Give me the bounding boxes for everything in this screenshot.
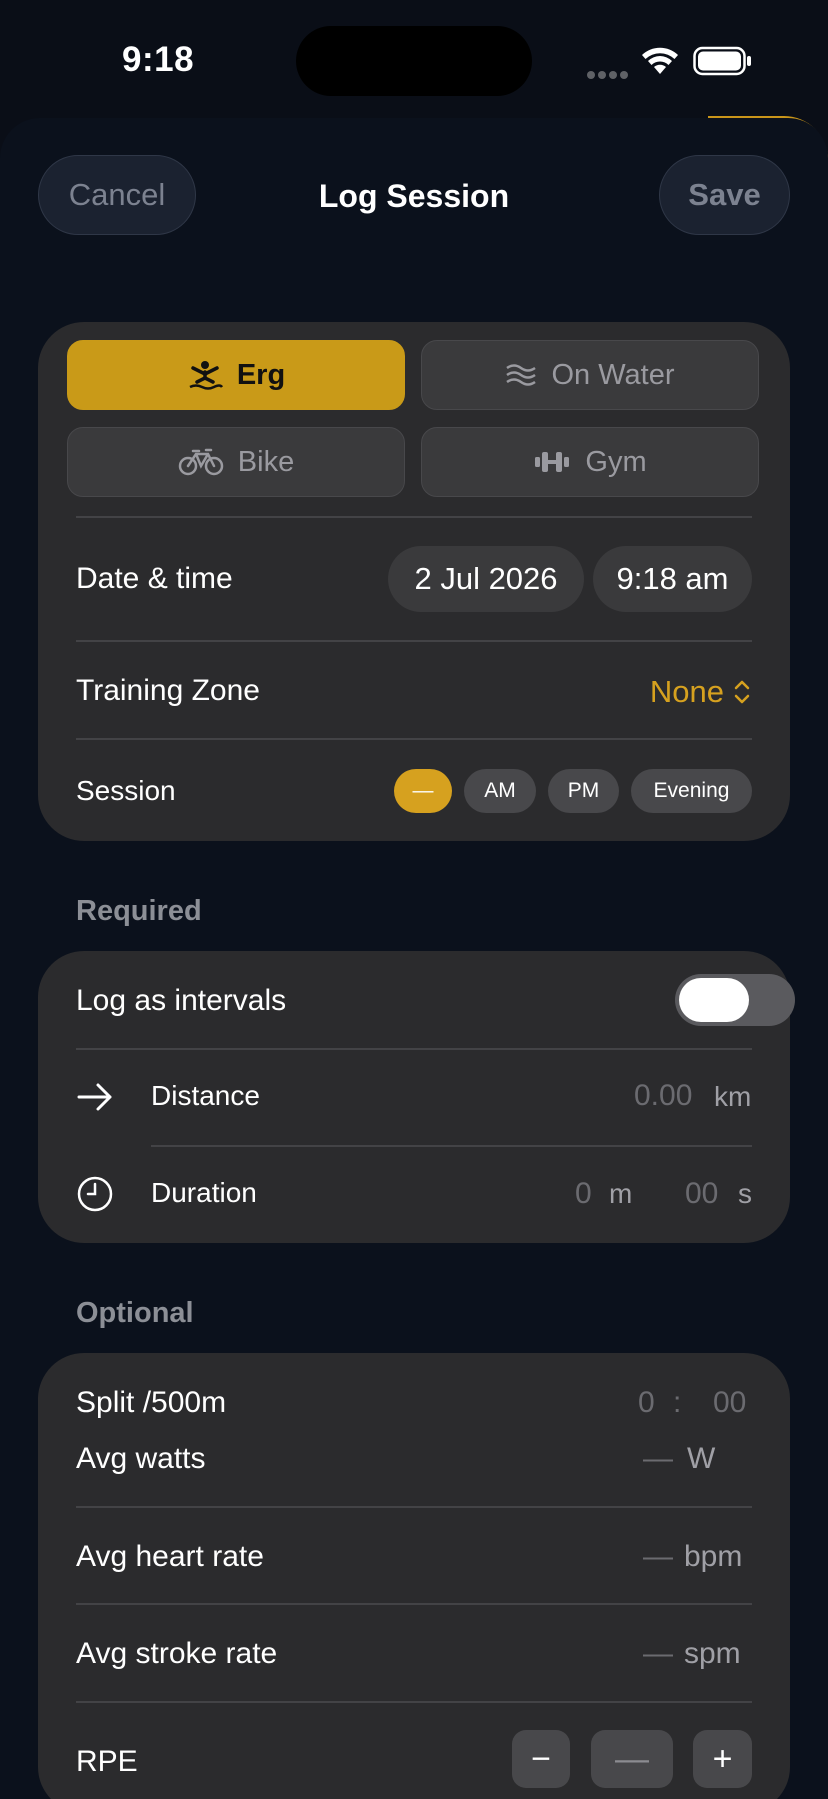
type-on-water-button[interactable]: On Water — [421, 340, 759, 410]
distance-label: Distance — [151, 1080, 260, 1111]
session-option-evening[interactable]: Evening — [631, 769, 752, 813]
split-minutes-input[interactable]: 0 — [638, 1386, 655, 1420]
rpe-label: RPE — [76, 1745, 138, 1778]
duration-minutes-input[interactable]: 0 — [575, 1177, 592, 1211]
cellular-signal-icon — [587, 66, 631, 84]
wifi-icon — [642, 47, 678, 74]
type-gym-button[interactable]: Gym — [421, 427, 759, 497]
date-picker[interactable]: 2 Jul 2026 — [388, 546, 584, 612]
clock-icon — [77, 1176, 113, 1212]
split-label: Split /500m — [76, 1386, 227, 1419]
duration-minutes-unit: m — [609, 1178, 633, 1209]
avg-watts-unit: W — [687, 1442, 716, 1475]
distance-input[interactable]: 0.00 — [634, 1079, 692, 1113]
required-section-title: Required — [76, 895, 202, 927]
chevron-up-down-icon — [734, 680, 750, 704]
rpe-decrement-button[interactable]: − — [512, 1730, 570, 1788]
status-bar: 9:18 — [0, 0, 828, 118]
avg-watts-input[interactable]: — — [643, 1442, 673, 1476]
avg-stroke-rate-input[interactable]: — — [643, 1637, 673, 1671]
avg-stroke-rate-unit: spm — [684, 1637, 741, 1670]
session-option-am[interactable]: AM — [464, 769, 536, 813]
waves-icon — [506, 364, 537, 386]
type-bike-label: Bike — [237, 445, 295, 478]
divider — [151, 1145, 752, 1147]
divider — [76, 738, 752, 740]
rpe-increment-button[interactable]: + — [693, 1730, 752, 1788]
date-time-label: Date & time — [76, 562, 233, 595]
type-erg-button[interactable]: Erg — [67, 340, 405, 410]
status-time: 9:18 — [122, 40, 195, 79]
type-erg-label: Erg — [236, 358, 286, 391]
avg-heart-rate-input[interactable]: — — [643, 1540, 673, 1574]
toggle-knob — [679, 978, 749, 1022]
type-gym-label: Gym — [585, 445, 647, 478]
split-separator: : — [673, 1386, 682, 1419]
training-zone-value: None — [649, 674, 724, 709]
dumbbell-icon — [535, 452, 570, 472]
avg-watts-label: Avg watts — [76, 1442, 206, 1475]
divider — [76, 640, 752, 642]
duration-seconds-input[interactable]: 00 — [685, 1177, 718, 1211]
rpe-value: — — [591, 1730, 673, 1788]
session-option-pm[interactable]: PM — [548, 769, 619, 813]
split-seconds-input[interactable]: 00 — [713, 1386, 746, 1420]
intervals-toggle[interactable] — [675, 974, 795, 1026]
avg-heart-rate-unit: bpm — [684, 1540, 743, 1573]
bicycle-icon — [178, 448, 224, 476]
type-bike-button[interactable]: Bike — [67, 427, 405, 497]
optional-card: Split /500m 0 : 00 Avg watts — W Avg hea… — [38, 1353, 790, 1799]
training-zone-picker[interactable]: None — [650, 674, 750, 710]
log-as-intervals-label: Log as intervals — [76, 984, 287, 1017]
log-session-sheet: Cancel Log Session Save Erg On Water Bik… — [0, 118, 828, 1799]
divider — [76, 516, 752, 518]
duration-seconds-unit: s — [738, 1178, 752, 1209]
dynamic-island — [296, 26, 532, 96]
type-on-water-label: On Water — [551, 358, 675, 391]
optional-section-title: Optional — [76, 1297, 194, 1329]
save-button[interactable]: Save — [659, 155, 790, 235]
avg-heart-rate-label: Avg heart rate — [76, 1540, 264, 1573]
training-zone-label: Training Zone — [76, 674, 260, 707]
session-option-none[interactable]: — — [394, 769, 452, 813]
distance-unit: km — [714, 1081, 752, 1112]
duration-label: Duration — [151, 1177, 257, 1208]
time-picker[interactable]: 9:18 am — [593, 546, 752, 612]
session-details-card: Erg On Water Bike Gym Date & time 2 Jul … — [38, 322, 790, 841]
avg-stroke-rate-label: Avg stroke rate — [76, 1637, 278, 1670]
arrow-right-icon — [77, 1083, 112, 1111]
required-card: Log as intervals Distance 0.00 km Durati… — [38, 951, 795, 1243]
divider — [76, 1506, 752, 1508]
battery-icon — [693, 46, 751, 76]
session-label: Session — [76, 775, 176, 806]
divider — [76, 1701, 752, 1703]
rower-icon — [189, 361, 223, 390]
divider — [76, 1048, 752, 1050]
divider — [76, 1603, 752, 1605]
